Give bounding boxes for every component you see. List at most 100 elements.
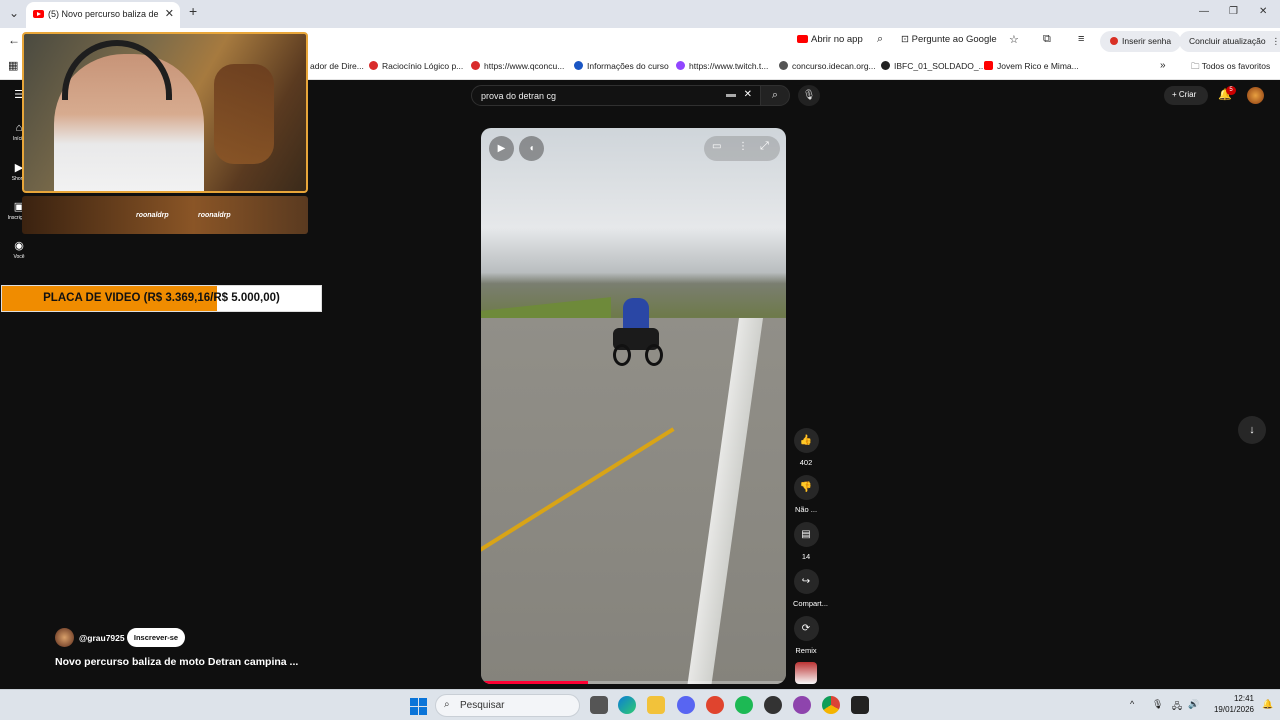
comments-button[interactable]: ▤ 14 bbox=[793, 522, 819, 561]
bookmark-favicon-icon bbox=[881, 61, 890, 70]
all-bookmarks-label: Todos os favoritos bbox=[1201, 61, 1271, 71]
clock-date: 19/01/2026 bbox=[1213, 705, 1254, 714]
brave-icon[interactable] bbox=[706, 696, 724, 714]
create-label: Criar bbox=[1178, 90, 1197, 99]
bookmark-item[interactable]: IBFC_01_SOLDADO_... bbox=[881, 61, 986, 71]
clear-search-icon[interactable]: ✕ bbox=[744, 89, 752, 100]
bookmark-item[interactable]: concurso.idecan.org... bbox=[779, 61, 876, 71]
system-clock[interactable]: 12:41 19/01/2026 bbox=[1206, 693, 1254, 715]
record-dot-icon bbox=[1110, 37, 1118, 45]
restore-icon[interactable]: ❐ bbox=[1229, 6, 1238, 17]
bookmark-label: Jovem Rico e Mima... bbox=[997, 61, 1079, 71]
bookmark-favicon-icon bbox=[369, 61, 378, 70]
app-icon[interactable] bbox=[851, 696, 869, 714]
menu-dots-icon: ⋮ bbox=[1271, 36, 1280, 46]
bookmark-item[interactable]: ador de Dire... bbox=[310, 61, 364, 71]
video-title[interactable]: Novo percurso baliza de moto Detran camp… bbox=[55, 656, 298, 668]
bookmark-label: ador de Dire... bbox=[310, 61, 364, 71]
finish-update-button[interactable]: Concluir atualização ⋮ bbox=[1179, 31, 1280, 52]
remix-button[interactable]: ⟳ Remix bbox=[793, 616, 819, 655]
network-icon[interactable]: 🖧 bbox=[1172, 699, 1182, 715]
browser-tab-strip: ⌄ (5) Novo percurso baliza de mo ✕ + — ❐… bbox=[0, 0, 1280, 28]
subscribe-button[interactable]: Inscrever-se bbox=[127, 628, 185, 647]
bookmark-item[interactable]: https://www.qconcu... bbox=[471, 61, 564, 71]
comment-icon: ▤ bbox=[793, 522, 819, 547]
sidebar-item-you[interactable]: ◉ Você bbox=[6, 239, 32, 260]
close-window-icon[interactable]: ✕ bbox=[1259, 6, 1267, 17]
tray-chevron-icon[interactable]: ^ bbox=[1130, 699, 1134, 709]
more-options-icon[interactable]: ⋮ bbox=[738, 141, 748, 152]
new-tab-button[interactable]: + bbox=[189, 3, 197, 19]
taskbar-search-input[interactable]: ⌕ Pesquisar bbox=[435, 694, 580, 717]
reading-list-icon[interactable]: ≡ bbox=[1078, 33, 1084, 45]
zoom-search-icon[interactable]: ⌕ bbox=[877, 33, 883, 46]
extensions-icon[interactable]: ⧉ bbox=[1043, 33, 1051, 46]
clock-time: 12:41 bbox=[1233, 694, 1254, 703]
bookmark-label: concurso.idecan.org... bbox=[792, 61, 876, 71]
folder-icon: 🗀 bbox=[1191, 61, 1202, 71]
browser-tab[interactable]: (5) Novo percurso baliza de mo ✕ bbox=[26, 2, 180, 28]
bookmark-item[interactable]: Informações do curso bbox=[574, 61, 669, 71]
app-icon[interactable] bbox=[793, 696, 811, 714]
close-tab-icon[interactable]: ✕ bbox=[165, 7, 174, 20]
channel-handle[interactable]: @grau7925 bbox=[79, 633, 125, 643]
back-arrow-icon[interactable]: ← bbox=[8, 33, 20, 47]
edge-icon[interactable] bbox=[618, 696, 636, 714]
account-avatar[interactable] bbox=[1247, 87, 1264, 104]
bookmark-star-icon[interactable]: ☆ bbox=[1009, 33, 1019, 46]
obs-icon[interactable] bbox=[764, 696, 782, 714]
mute-button[interactable]: ◖ bbox=[519, 136, 544, 161]
video-progress-bar[interactable] bbox=[481, 681, 786, 684]
captions-icon[interactable]: ▭ bbox=[712, 141, 721, 152]
donation-goal-bar: PLACA DE VIDEO (R$ 3.369,16/R$ 5.000,00) bbox=[1, 285, 322, 312]
volume-icon[interactable]: 🔊 bbox=[1188, 699, 1199, 710]
video-progress-fill bbox=[481, 681, 588, 684]
tab-search-chevron-icon[interactable]: ⌄ bbox=[9, 6, 19, 20]
bookmark-favicon-icon bbox=[984, 61, 993, 70]
minimize-icon[interactable]: — bbox=[1199, 6, 1209, 17]
file-explorer-icon[interactable] bbox=[647, 696, 665, 714]
voice-search-button[interactable]: 🎙 bbox=[798, 85, 820, 106]
play-button[interactable]: ▶ bbox=[489, 136, 514, 161]
youtube-icon bbox=[797, 35, 808, 43]
notification-center-icon[interactable]: 🔔 bbox=[1262, 699, 1273, 710]
microphone-icon[interactable]: 🎙 bbox=[1152, 699, 1163, 710]
fullscreen-icon[interactable]: ⤢ bbox=[760, 140, 769, 153]
bookmark-label: Informações do curso bbox=[587, 61, 669, 71]
apps-grid-icon[interactable]: ▦ bbox=[8, 59, 18, 72]
youtube-favicon-icon bbox=[33, 10, 44, 18]
bookmark-item[interactable]: Jovem Rico e Mima... bbox=[984, 61, 1079, 71]
bookmark-favicon-icon bbox=[676, 61, 685, 70]
next-video-button[interactable]: ↓ bbox=[1238, 416, 1266, 444]
search-input[interactable]: prova do detran cg ▬ ✕ bbox=[471, 85, 761, 106]
task-view-icon[interactable] bbox=[590, 696, 608, 714]
headset-icon bbox=[62, 40, 172, 100]
spotify-icon[interactable] bbox=[735, 696, 753, 714]
remix-icon: ⟳ bbox=[793, 616, 819, 641]
open-in-app-button[interactable]: Abrir no app bbox=[797, 34, 863, 45]
create-button[interactable]: + Criar bbox=[1164, 86, 1208, 105]
mic-icon: 🎙 bbox=[802, 90, 816, 101]
windows-start-icon[interactable] bbox=[410, 698, 427, 715]
shorts-video-player[interactable]: ▶ ◖ ▭ ⋮ ⤢ bbox=[481, 128, 786, 684]
keyboard-icon[interactable]: ▬ bbox=[726, 89, 736, 100]
ask-google-button[interactable]: ⊡ Pergunte ao Google bbox=[901, 34, 997, 45]
chrome-icon[interactable] bbox=[822, 696, 840, 714]
search-button[interactable]: ⌕ bbox=[760, 85, 790, 106]
insert-password-button[interactable]: Inserir senha bbox=[1100, 31, 1182, 52]
sidebar-item-label: Você bbox=[13, 254, 25, 260]
bookmark-label: https://www.twitch.t... bbox=[689, 61, 769, 71]
dislike-button[interactable]: 👎 Não ... bbox=[793, 475, 819, 514]
all-bookmarks-folder[interactable]: 🗀 Todos os favoritos bbox=[1191, 61, 1270, 75]
search-query: prova do detran cg bbox=[481, 91, 557, 101]
more-bookmarks-chevron-icon[interactable]: » bbox=[1160, 60, 1166, 71]
audio-source-thumbnail[interactable] bbox=[795, 662, 817, 684]
share-button[interactable]: ↪ Compart... bbox=[793, 569, 828, 608]
play-icon: ▶ bbox=[497, 143, 506, 154]
bookmark-item[interactable]: https://www.twitch.t... bbox=[676, 61, 768, 71]
channel-avatar[interactable] bbox=[55, 628, 74, 647]
comment-count: 14 bbox=[801, 552, 811, 561]
discord-icon[interactable] bbox=[677, 696, 695, 714]
bookmark-item[interactable]: Raciocínio Lógico p... bbox=[369, 61, 463, 71]
like-button[interactable]: 👍 402 bbox=[793, 428, 819, 467]
